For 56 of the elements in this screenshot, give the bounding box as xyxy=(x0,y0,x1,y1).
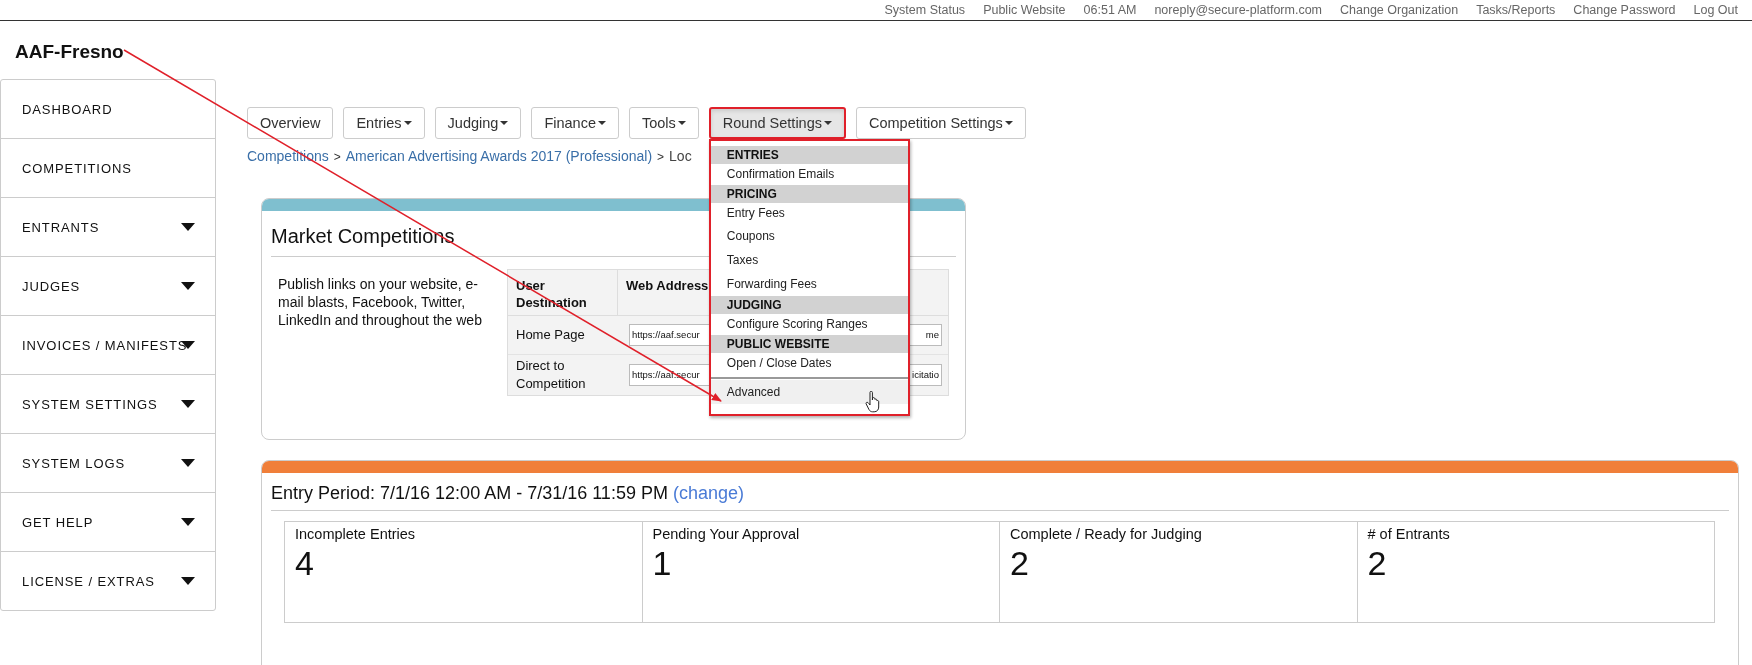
menu-item[interactable]: Configure Scoring Ranges xyxy=(710,314,908,335)
nav-tab[interactable]: Competition Settings xyxy=(856,107,1026,139)
stat-label: Incomplete Entries xyxy=(295,526,416,542)
organization-name: AAF-Fresno xyxy=(15,41,124,62)
menu-item[interactable]: Forwarding Fees xyxy=(710,272,908,296)
menu-header: ENTRIES xyxy=(710,146,908,164)
top-bar-item[interactable]: Change Password xyxy=(1573,3,1676,17)
top-bar-item[interactable]: 06:51 AM xyxy=(1083,3,1137,17)
stat-label: Complete / Ready for Judging xyxy=(1010,526,1202,542)
stat-label: Pending Your Approval xyxy=(652,526,800,542)
menu-item[interactable]: Entry Fees xyxy=(710,203,908,224)
sidebar-item[interactable]: ENTRANTS xyxy=(1,198,215,257)
breadcrumb-link[interactable]: American Advertising Awards 2017 (Professional) xyxy=(345,148,653,164)
sidebar-item[interactable]: GET HELP xyxy=(1,493,215,552)
stat-label: # of Entrants xyxy=(1367,526,1450,542)
breadcrumb-separator: > xyxy=(333,150,341,164)
nav-tab[interactable]: Judging xyxy=(434,107,522,139)
sidebar-item[interactable]: SYSTEM LOGS xyxy=(1,434,215,493)
stat-value: 1 xyxy=(652,543,672,584)
menu-item[interactable]: Taxes xyxy=(710,248,908,272)
menu-item[interactable]: Confirmation Emails xyxy=(710,164,908,185)
top-bar-item[interactable]: System Status xyxy=(884,3,966,17)
stat-value: 2 xyxy=(1367,543,1387,584)
nav-tab[interactable]: Round Settings xyxy=(708,107,846,139)
description-text: Publish links on your website, e-mail blasts, Facebook, Twitter, LinkedIn and throughout the web xyxy=(278,275,483,330)
sidebar-item[interactable]: INVOICES / MANIFESTS xyxy=(1,316,215,375)
stat-value: 4 xyxy=(295,543,314,584)
breadcrumb-separator: > xyxy=(657,150,665,164)
menu-header: PUBLIC WEBSITE xyxy=(710,335,908,353)
top-bar-item[interactable]: Change Organization xyxy=(1340,3,1459,17)
nav-tab[interactable]: Overview xyxy=(247,107,334,139)
top-bar-item[interactable]: noreply@secure-platform.com xyxy=(1154,3,1322,17)
sidebar-item[interactable]: COMPETITIONS xyxy=(1,139,215,198)
stat-value: 2 xyxy=(1010,543,1029,584)
menu-header: PRICING xyxy=(710,185,908,203)
menu-header: JUDGING xyxy=(710,296,908,314)
menu-item[interactable]: Advanced xyxy=(710,380,908,404)
nav-tab[interactable]: Entries xyxy=(343,107,425,139)
sidebar-item[interactable]: SYSTEM SETTINGS xyxy=(1,375,215,434)
change-link[interactable]: (change) xyxy=(672,483,744,503)
table-cell-text: Direct to Competition xyxy=(515,357,587,393)
panel-title: Entry Period: 7/1/16 12:00 AM - 7/31/16 11:59 PM xyxy=(271,483,668,503)
top-bar-item[interactable]: Public Website xyxy=(983,3,1066,17)
sidebar-item[interactable]: LICENSE / EXTRAS xyxy=(1,552,215,610)
menu-item[interactable]: Coupons xyxy=(710,224,908,248)
sidebar-item[interactable]: JUDGES xyxy=(1,257,215,316)
table-cell-text: Home Page xyxy=(515,326,586,344)
nav-tab[interactable]: Finance xyxy=(531,107,619,139)
breadcrumb-text: Loc xyxy=(669,148,692,164)
top-bar-item[interactable]: Log Out xyxy=(1693,3,1738,17)
table-header: Web Address xyxy=(625,277,710,295)
sidebar-item[interactable]: DASHBOARD xyxy=(1,80,215,139)
menu-item[interactable]: Open / Close Dates xyxy=(710,353,908,374)
top-bar-item[interactable]: Tasks/Reports xyxy=(1476,3,1556,17)
nav-tab[interactable]: Tools xyxy=(628,107,699,139)
hand-cursor-icon xyxy=(864,391,881,413)
